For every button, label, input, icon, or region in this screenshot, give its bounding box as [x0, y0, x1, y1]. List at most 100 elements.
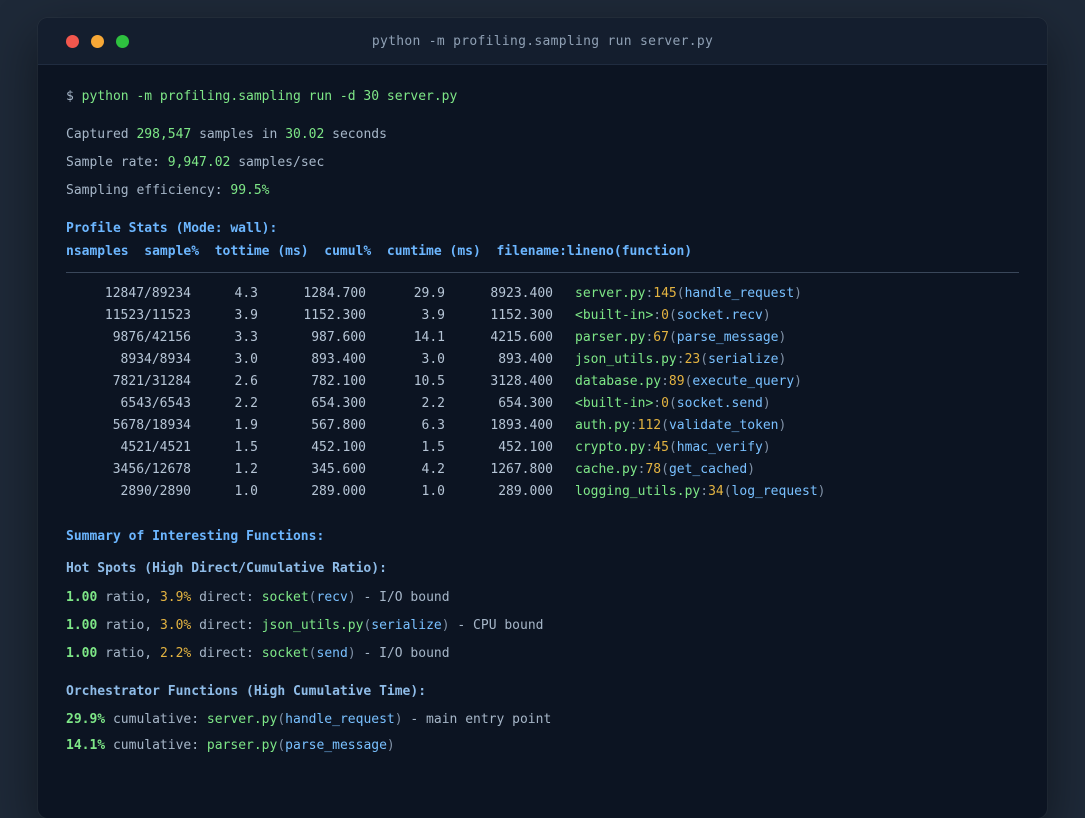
- orchestrator-target: parser.py: [206, 738, 278, 753]
- cell-cumtime: 893.400: [498, 352, 553, 367]
- function-name: parse_message: [676, 330, 779, 345]
- hotspot-ratio-label: ratio,: [105, 646, 153, 661]
- close-paren: ): [794, 286, 802, 301]
- hotspot-target: socket: [261, 646, 309, 661]
- hotspot-ratio: 1.00: [66, 646, 98, 661]
- close-paren: ): [778, 418, 787, 433]
- function-file: json_utils.py: [575, 352, 677, 367]
- hotspot-note: - I/O bound: [363, 646, 450, 661]
- cell-cumtime: 452.100: [498, 440, 553, 455]
- maximize-button[interactable]: [116, 35, 129, 48]
- cell-sample-pct: 2.2: [234, 396, 258, 411]
- cell-cumtime: 1152.300: [490, 308, 553, 323]
- cell-cumtime: 1267.800: [490, 462, 553, 477]
- cell-cumtime: 654.300: [498, 396, 553, 411]
- colon-separator: :: [653, 396, 662, 411]
- hotspot-note: - CPU bound: [457, 618, 544, 633]
- cell-function: server.py:145(handle_request): [575, 283, 802, 305]
- function-name: socket.send: [676, 396, 763, 411]
- cell-sample-pct: 3.0: [234, 352, 258, 367]
- close-paren: ): [347, 590, 356, 605]
- function-name: get_cached: [668, 462, 748, 477]
- function-lineno: 0: [661, 396, 669, 411]
- function-lineno: 67: [653, 330, 669, 345]
- close-paren: ): [347, 646, 356, 661]
- open-paren: (: [676, 286, 685, 301]
- cell-function: crypto.py:45(hmac_verify): [575, 437, 771, 459]
- cell-cumul-pct: 6.3: [421, 418, 445, 433]
- cell-tottime: 782.100: [311, 374, 366, 389]
- open-paren: (: [668, 396, 677, 411]
- cell-function: <built-in>:0(socket.recv): [575, 305, 771, 327]
- function-file: crypto.py: [575, 440, 646, 455]
- table-divider: [66, 272, 1019, 273]
- cell-cumul-pct: 10.5: [413, 374, 445, 389]
- close-paren: ): [762, 308, 771, 323]
- table-row: 6543/6543 2.2 654.300 2.2 654.300 <built-in>:…: [66, 393, 1019, 415]
- sample-rate-unit: samples/sec: [238, 155, 325, 170]
- open-paren: (: [723, 484, 732, 499]
- minimize-button[interactable]: [91, 35, 104, 48]
- captured-samples: 298,547: [136, 127, 192, 142]
- cell-cumul-pct: 14.1: [413, 330, 445, 345]
- cell-tottime: 289.000: [311, 484, 366, 499]
- terminal-window: python -m profiling.sampling run server.…: [38, 18, 1047, 818]
- open-paren: (: [668, 308, 677, 323]
- cell-tottime: 987.600: [311, 330, 366, 345]
- cell-sample-pct: 1.5: [234, 440, 258, 455]
- function-name: validate_token: [668, 418, 779, 433]
- table-row: 5678/18934 1.9 567.800 6.3 1893.400 auth.py:1…: [66, 415, 1019, 437]
- close-paren: ): [386, 738, 395, 753]
- hotspot-method: send: [316, 646, 348, 661]
- function-lineno: 89: [668, 374, 685, 389]
- cell-nsamples: 6543/6543: [120, 396, 191, 411]
- command-line: $ python -m profiling.sampling run -d 30…: [66, 87, 1019, 107]
- hotspot-target: json_utils.py: [261, 618, 364, 633]
- function-lineno: 112: [637, 418, 662, 433]
- open-paren: (: [668, 330, 677, 345]
- close-button[interactable]: [66, 35, 79, 48]
- cell-cumtime: 3128.400: [490, 374, 553, 389]
- cell-cumtime: 8923.400: [490, 286, 553, 301]
- hot-spots-list: 1.00 ratio, 3.9% direct: socket(recv) - …: [66, 584, 1019, 668]
- function-lineno: 145: [653, 286, 677, 301]
- colon-separator: :: [653, 308, 662, 323]
- hotspot-percent: 3.9%: [159, 590, 192, 605]
- sample-rate-value: 9,947.02: [167, 155, 231, 170]
- sample-rate-line: Sample rate: 9,947.02 samples/sec: [66, 149, 1019, 177]
- cell-tottime: 567.800: [311, 418, 366, 433]
- function-name: socket.recv: [676, 308, 763, 323]
- cell-cumul-pct: 3.0: [421, 352, 445, 367]
- table-row: 8934/8934 3.0 893.400 3.0 893.400 json_utils.…: [66, 349, 1019, 371]
- orchestrator-cumulative-label: cumulative:: [112, 712, 200, 727]
- cell-sample-pct: 1.0: [234, 484, 258, 499]
- cell-nsamples: 5678/18934: [112, 418, 191, 433]
- function-file: <built-in>: [575, 308, 654, 323]
- table-row: 9876/42156 3.3 987.600 14.1 4215.600 parser.p…: [66, 327, 1019, 349]
- close-paren: ): [747, 462, 756, 477]
- cell-nsamples: 2890/2890: [120, 484, 191, 499]
- cell-sample-pct: 4.3: [234, 286, 258, 301]
- cell-nsamples: 4521/4521: [120, 440, 191, 455]
- orchestrator-target: server.py: [206, 712, 278, 727]
- cell-nsamples: 9876/42156: [112, 330, 191, 345]
- orchestrator-percent: 29.9%: [66, 712, 106, 727]
- cell-sample-pct: 3.3: [234, 330, 258, 345]
- cell-function: cache.py:78(get_cached): [575, 459, 755, 481]
- open-paren: (: [308, 646, 317, 661]
- close-paren: ): [817, 484, 826, 499]
- cell-tottime: 345.600: [311, 462, 366, 477]
- cell-sample-pct: 1.2: [234, 462, 258, 477]
- cell-cumul-pct: 3.9: [421, 308, 445, 323]
- hotspot-percent: 2.2%: [159, 646, 192, 661]
- close-paren: ): [441, 618, 450, 633]
- cell-cumtime: 289.000: [498, 484, 553, 499]
- hotspot-direct-label: direct:: [199, 590, 254, 605]
- captured-infix: samples in: [199, 127, 278, 142]
- hot-spot-line: 1.00 ratio, 3.0% direct: json_utils.py(s…: [66, 612, 1019, 640]
- hot-spots-heading: Hot Spots (High Direct/Cumulative Ratio)…: [66, 561, 387, 576]
- function-lineno: 78: [645, 462, 662, 477]
- colon-separator: :: [661, 374, 669, 389]
- function-file: parser.py: [575, 330, 646, 345]
- cell-function: database.py:89(execute_query): [575, 371, 802, 393]
